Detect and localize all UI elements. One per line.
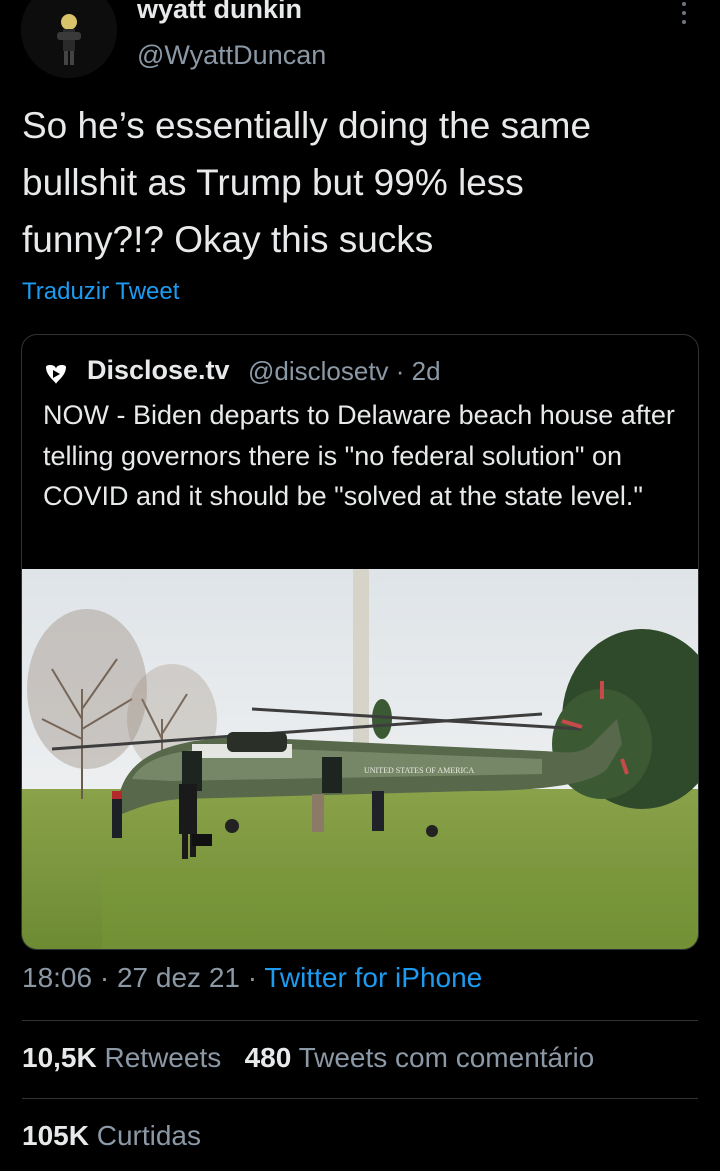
user-avatar-icon (21, 0, 117, 78)
quoted-tweet[interactable]: Disclose.tv @disclosetv · 2d NOW - Biden… (21, 334, 699, 950)
tweet-meta: 18:06 · 27 dez 21 · Twitter for iPhone (22, 962, 482, 994)
retweets-stat[interactable]: 10,5K Retweets (22, 1042, 221, 1073)
meta-separator: · (239, 962, 265, 993)
tweet-source-link[interactable]: Twitter for iPhone (264, 962, 482, 993)
divider (22, 1020, 698, 1021)
author-name[interactable]: wyatt dunkin (137, 0, 302, 25)
quotes-label: Tweets com comentário (298, 1042, 595, 1073)
quoted-tweet-image[interactable]: UNITED STATES OF AMERICA (22, 563, 698, 949)
author-handle[interactable]: @WyattDuncan (137, 40, 326, 71)
likes-stat[interactable]: 105K Curtidas (22, 1120, 201, 1152)
retweets-label: Retweets (104, 1042, 222, 1073)
tweet-date: 27 dez 21 (116, 962, 240, 993)
retweet-stats: 10,5K Retweets 480 Tweets com comentário (22, 1042, 594, 1074)
quotes-count: 480 (244, 1042, 292, 1073)
helicopter-label: UNITED STATES OF AMERICA (364, 766, 474, 775)
retweets-count: 10,5K (22, 1042, 97, 1073)
meta-separator: · (92, 962, 117, 993)
quote-tweets-stat[interactable]: 480 Tweets com comentário (245, 1042, 595, 1073)
quoted-author-name[interactable]: Disclose.tv (87, 355, 230, 386)
more-options-icon[interactable] (676, 2, 692, 32)
tweet-time: 18:06 (22, 962, 93, 993)
likes-label: Curtidas (96, 1120, 201, 1151)
avatar[interactable] (21, 0, 117, 78)
likes-count: 105K (22, 1120, 89, 1151)
quoted-author-meta: @disclosetv · 2d (248, 356, 441, 386)
helicopter-photo: UNITED STATES OF AMERICA (22, 563, 698, 949)
translate-tweet-link[interactable]: Traduzir Tweet (22, 278, 179, 306)
divider (22, 1098, 698, 1099)
quoted-tweet-text: NOW - Biden departs to Delaware beach ho… (43, 400, 675, 511)
disclosetv-logo-icon (46, 364, 66, 384)
tweet-text: So he’s essentially doing the same bulls… (22, 105, 592, 260)
